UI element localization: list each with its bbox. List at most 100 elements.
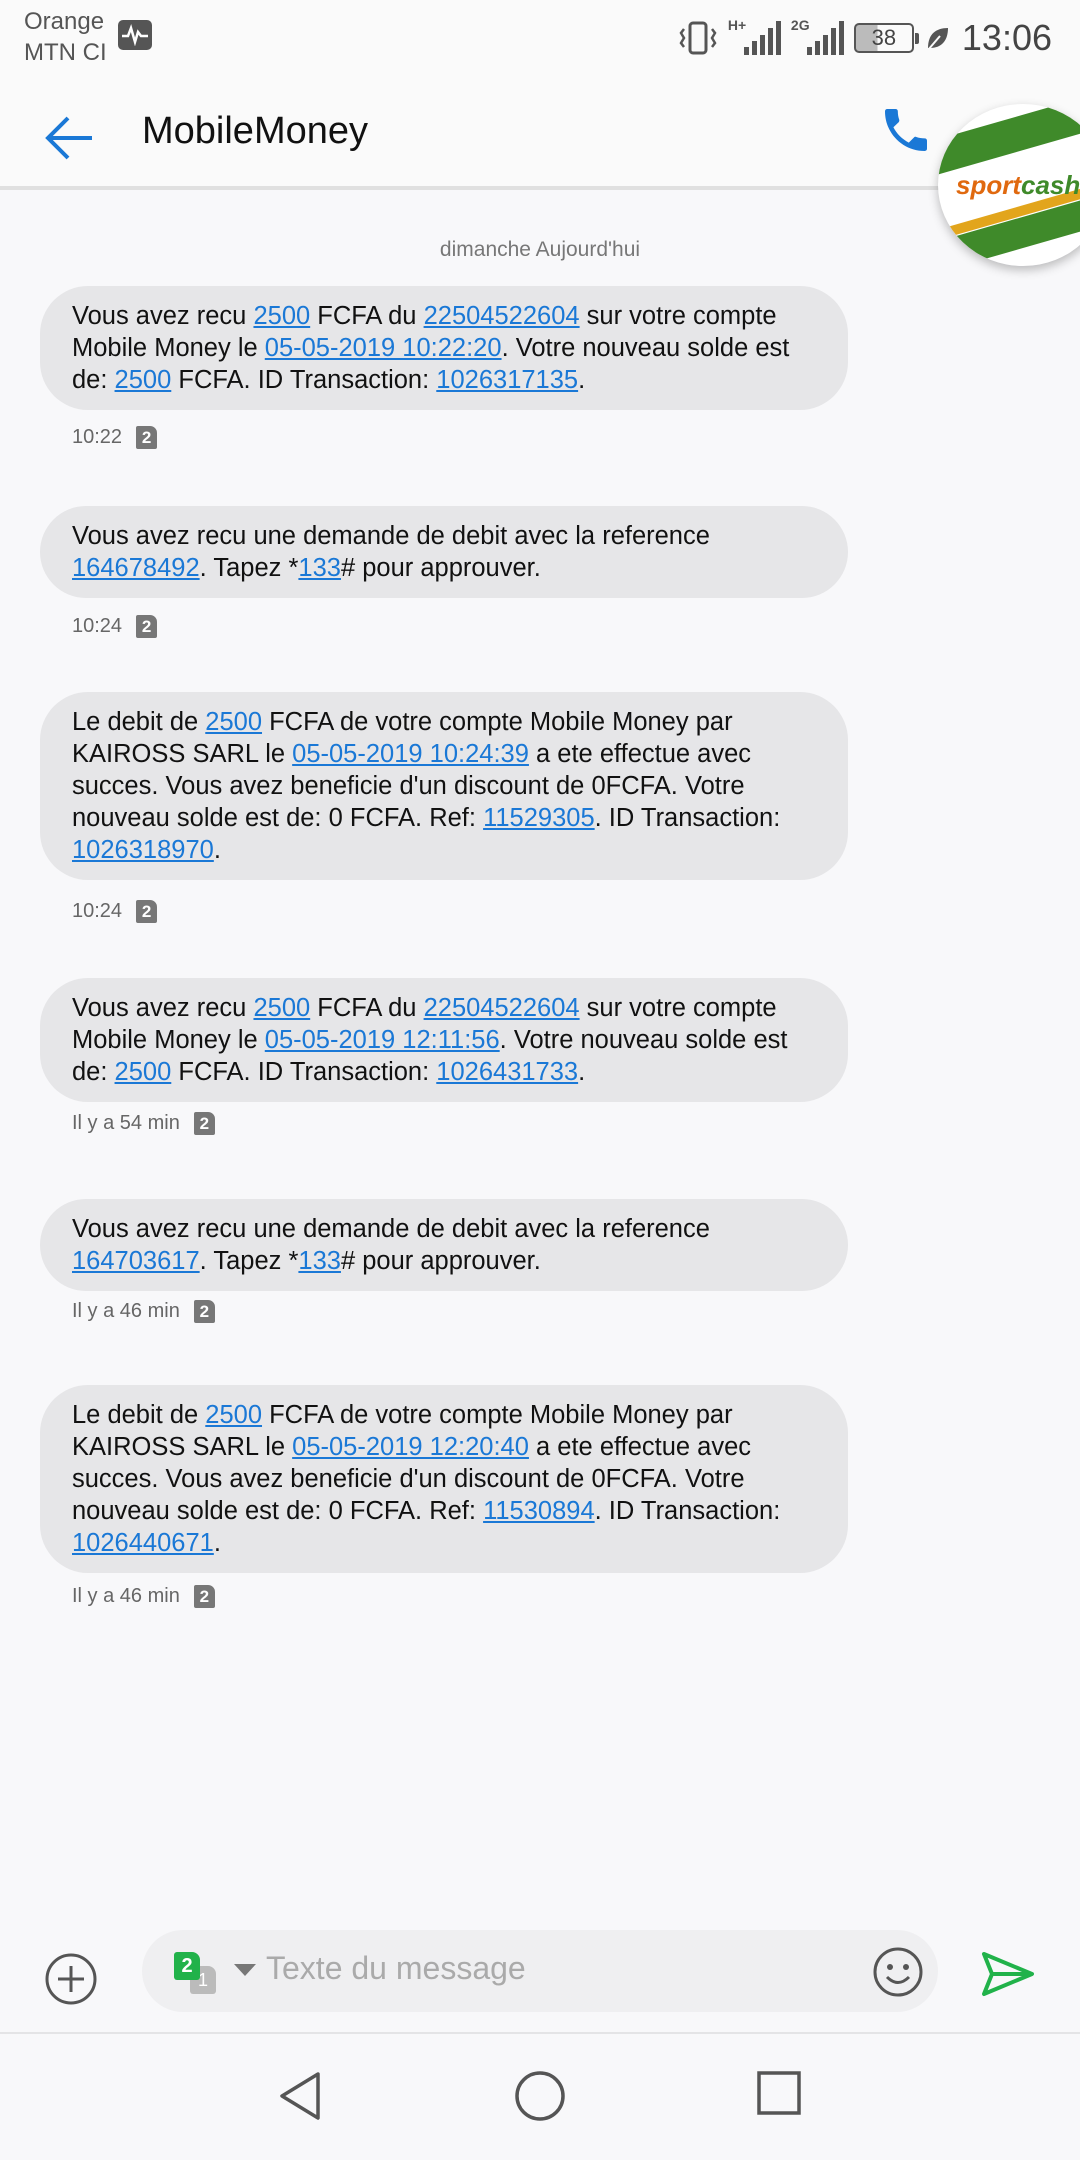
message-text: . Tapez *	[199, 554, 299, 582]
message-text: FCFA du	[310, 994, 424, 1022]
message-text: .	[578, 366, 586, 394]
message-text: .	[578, 1058, 586, 1086]
message-link[interactable]: 2500	[253, 994, 310, 1022]
arrow-left-icon[interactable]	[40, 108, 100, 168]
message-link[interactable]: 2500	[115, 366, 172, 394]
message-bubble[interactable]: Vous avez recu 2500 FCFA du 22504522604 …	[40, 286, 848, 410]
sim-card-icon: 2	[193, 1300, 215, 1323]
message-meta: Il y a 46 min 2	[72, 1585, 215, 1608]
message-link[interactable]: 2500	[205, 708, 262, 736]
conversation-title: MobileMoney	[142, 110, 368, 152]
status-bar: Orange MTN CI H+ 2G 38 13:06	[0, 0, 1080, 74]
message-text: . Tapez *	[199, 1247, 299, 1275]
message-text: Vous avez recu	[72, 994, 254, 1022]
message-bubble[interactable]: Le debit de 2500 FCFA de votre compte Mo…	[40, 1385, 848, 1573]
carrier-2: MTN CI	[24, 39, 107, 66]
message-link[interactable]: 1026318970	[72, 836, 214, 864]
message-placeholder: Texte du message	[266, 1950, 526, 1986]
message-text: FCFA. ID Transaction:	[171, 366, 437, 394]
message-bubble[interactable]: Vous avez recu 2500 FCFA du 22504522604 …	[40, 978, 848, 1102]
message-text: Vous avez recu une demande de debit avec…	[72, 1215, 710, 1243]
message-timestamp: Il y a 54 min	[72, 1112, 180, 1134]
message-link[interactable]: 1026440671	[72, 1529, 214, 1557]
message-meta: Il y a 54 min 2	[72, 1112, 215, 1135]
activity-icon	[118, 20, 152, 50]
send-icon[interactable]	[980, 1950, 1036, 1998]
message-text: Vous avez recu	[72, 302, 254, 330]
sim-card-icon: 2	[193, 1112, 215, 1135]
date-separator: dimanche Aujourd'hui	[439, 238, 641, 261]
message-meta: Il y a 46 min 2	[72, 1300, 215, 1323]
navigation-bar	[0, 2032, 1080, 2160]
message-link[interactable]: 22504522604	[424, 994, 580, 1022]
nav-back-icon[interactable]	[274, 2068, 326, 2124]
message-link[interactable]: 2500	[205, 1401, 262, 1429]
message-link[interactable]: 164703617	[72, 1247, 200, 1275]
message-link[interactable]: 05-05-2019 12:20:40	[292, 1433, 529, 1461]
message-link[interactable]: 11530894	[483, 1497, 595, 1525]
nav-recent-icon[interactable]	[756, 2070, 802, 2116]
message-link[interactable]: 05-05-2019 10:24:39	[292, 740, 529, 768]
message-bubble[interactable]: Le debit de 2500 FCFA de votre compte Mo…	[40, 692, 848, 880]
message-meta: 10:22 2	[72, 426, 158, 449]
status-icons: H+ 2G 38 13:06	[678, 14, 1052, 62]
chevron-down-icon[interactable]	[234, 1964, 256, 1976]
message-meta: 10:24 2	[72, 615, 158, 638]
message-text: # pour approuver.	[340, 1247, 541, 1275]
nav-home-icon[interactable]	[514, 2070, 566, 2122]
message-meta: 10:24 2	[72, 900, 158, 923]
message-input[interactable]: 1 2 Texte du message	[142, 1930, 938, 2012]
message-text: . ID Transaction:	[594, 804, 781, 832]
message-link[interactable]: 2500	[115, 1058, 172, 1086]
sim-card-icon: 2	[193, 1585, 215, 1608]
network-type-2: 2G	[790, 17, 810, 33]
message-timestamp: 10:22	[72, 426, 123, 448]
message-link[interactable]: 1026317135	[436, 366, 578, 394]
message-link[interactable]: 133	[298, 554, 341, 582]
message-timestamp: 10:24	[72, 615, 123, 637]
message-link[interactable]: 164678492	[72, 554, 200, 582]
sim-card-icon: 2	[136, 615, 158, 638]
message-timestamp: 10:24	[72, 900, 123, 922]
carrier-1: Orange	[24, 8, 105, 35]
sim-card-icon: 2	[136, 426, 158, 449]
smiley-icon[interactable]	[872, 1946, 924, 1998]
status-time: 13:06	[961, 17, 1052, 58]
message-text: .	[213, 1529, 221, 1557]
message-timestamp: Il y a 46 min	[72, 1300, 180, 1322]
message-link[interactable]: 1026431733	[436, 1058, 578, 1086]
message-text: . ID Transaction:	[594, 1497, 781, 1525]
message-text: Vous avez recu une demande de debit avec…	[72, 522, 710, 550]
battery-icon: 38	[853, 23, 919, 53]
message-text: Le debit de	[72, 708, 206, 736]
sim-card-icon: 2	[136, 900, 158, 923]
sim-selected-icon: 2	[174, 1952, 200, 1980]
plus-circle-icon[interactable]	[44, 1952, 98, 2006]
message-thread[interactable]: dimanche Aujourd'hui Vous avez recu 2500…	[0, 200, 1080, 1900]
message-bubble[interactable]: Vous avez recu une demande de debit avec…	[40, 1199, 848, 1291]
signal-icon-1: H+	[728, 17, 781, 55]
message-link[interactable]: 05-05-2019 10:22:20	[265, 334, 502, 362]
message-link[interactable]: 05-05-2019 12:11:56	[265, 1026, 500, 1054]
message-timestamp: Il y a 46 min	[72, 1585, 180, 1607]
message-link[interactable]: 11529305	[483, 804, 595, 832]
phone-icon[interactable]	[878, 102, 934, 158]
message-text: .	[213, 836, 221, 864]
network-type-1: H+	[727, 17, 747, 33]
message-link[interactable]: 2500	[253, 302, 310, 330]
message-link[interactable]: 133	[298, 1247, 341, 1275]
message-link[interactable]: 22504522604	[424, 302, 580, 330]
carrier-names: Orange MTN CI	[24, 6, 107, 68]
app-bar: MobileMoney	[0, 74, 1080, 190]
composer: 1 2 Texte du message	[0, 1930, 1080, 2030]
leaf-icon	[927, 28, 948, 51]
vibrate-icon	[679, 21, 717, 55]
message-text: FCFA du	[310, 302, 424, 330]
message-text: # pour approuver.	[340, 554, 541, 582]
message-text: FCFA. ID Transaction:	[171, 1058, 437, 1086]
message-text: Le debit de	[72, 1401, 206, 1429]
message-bubble[interactable]: Vous avez recu une demande de debit avec…	[40, 506, 848, 598]
sportcash-logo: sportcash	[956, 170, 1080, 200]
sim-selector[interactable]: 1 2	[174, 1952, 216, 1994]
signal-icon-2: 2G	[791, 17, 844, 55]
